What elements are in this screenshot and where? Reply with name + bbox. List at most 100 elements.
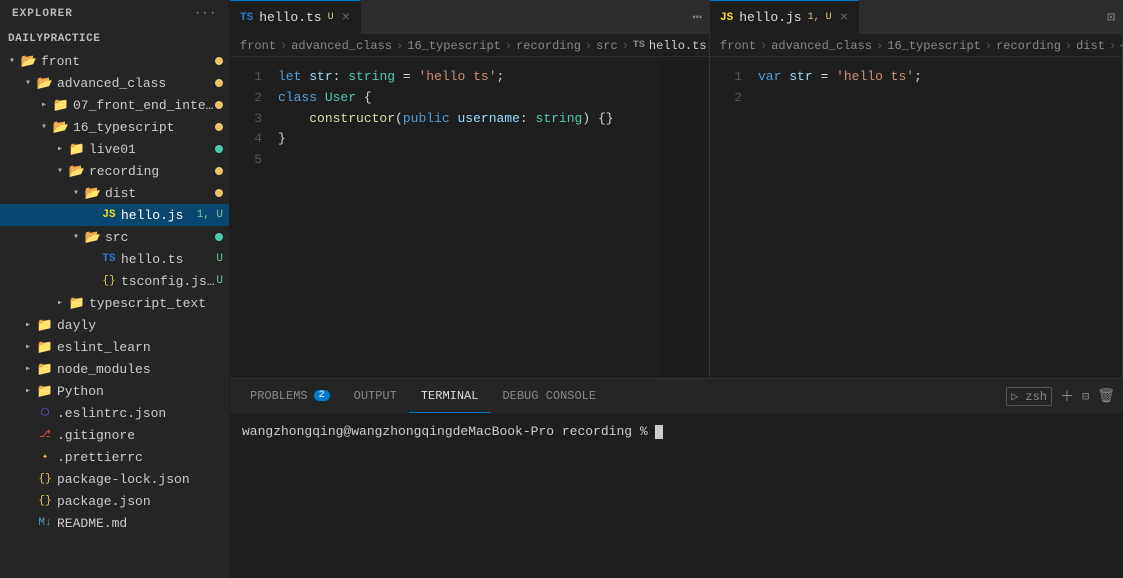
tab-hello-js[interactable]: JS hello.js 1, U ×: [710, 0, 859, 34]
chevron-right-icon: ▸: [52, 297, 68, 309]
folder-open-icon: 📂: [84, 186, 102, 201]
sidebar-item-advanced-class[interactable]: ▾ 📂 advanced_class: [0, 72, 229, 94]
chevron-right-icon: ▸: [20, 363, 36, 375]
chevron-down-icon: ▾: [68, 187, 84, 199]
chevron-down-icon: ▾: [36, 121, 52, 133]
sidebar-item-eslintrc[interactable]: ⬡ .eslintrc.json: [0, 402, 229, 424]
tab-problems[interactable]: PROBLEMS 2: [238, 379, 342, 413]
tab-close-button[interactable]: ×: [840, 10, 848, 26]
sidebar-item-tsconfig[interactable]: {} tsconfig.json U: [0, 270, 229, 292]
sidebar-item-readme[interactable]: M↓ README.md: [0, 512, 229, 534]
sidebar-item-label: src: [105, 230, 215, 245]
bc-sep: ›: [622, 39, 629, 53]
sidebar-item-label: Python: [57, 384, 229, 399]
tab-label: hello.ts: [259, 10, 321, 25]
sidebar-item-label: .prettierrc: [57, 450, 229, 465]
explorer-title: EXPLORER: [12, 8, 73, 20]
tab-hello-ts[interactable]: TS hello.ts U ×: [230, 0, 361, 34]
sidebar-item-pkg-lock[interactable]: {} package-lock.json: [0, 468, 229, 490]
ts-file-icon: TS: [100, 253, 118, 265]
sidebar-item-16typescript[interactable]: ▾ 📂 16_typescript: [0, 116, 229, 138]
sidebar-item-gitignore[interactable]: ⎇ .gitignore: [0, 424, 229, 446]
right-code-editor[interactable]: 1 2 var str = 'hello ts';: [710, 57, 1122, 378]
sidebar-header-icons: ···: [194, 8, 217, 20]
terminal-run-icon[interactable]: ▷ zsh: [1006, 387, 1052, 406]
tab-terminal[interactable]: TERMINAL: [409, 379, 491, 413]
tab-label: hello.js: [739, 10, 801, 25]
sidebar-item-prettierrc[interactable]: ✦ .prettierrc: [0, 446, 229, 468]
bc-src: src: [596, 39, 618, 53]
folder-icon: 📁: [36, 362, 54, 377]
folder-open-icon: 📂: [68, 164, 86, 179]
prettier-file-icon: ✦: [36, 451, 54, 463]
sidebar-item-label: .gitignore: [57, 428, 229, 443]
sidebar-item-dist[interactable]: ▾ 📂 dist: [0, 182, 229, 204]
bc-sep: ›: [280, 39, 287, 53]
line-numbers-left: 1 2 3 4 5: [230, 57, 270, 378]
sidebar-item-hello-js[interactable]: JS hello.js 1, U: [0, 204, 229, 226]
sidebar-more-icon[interactable]: ···: [194, 8, 217, 20]
editor-area: TS hello.ts U × ⋯ JS hello.js 1, U × ⊡: [230, 0, 1123, 578]
file-status-badge: U: [216, 275, 223, 287]
tab-terminal-label: TERMINAL: [421, 389, 479, 403]
ts-icon: TS: [240, 12, 253, 24]
split-icon[interactable]: ⊡: [1107, 10, 1115, 25]
terminal-content[interactable]: wangzhongqing@wangzhongqingdeMacBook-Pro…: [230, 414, 1123, 578]
tab-close-button[interactable]: ×: [342, 10, 350, 26]
sidebar-item-src[interactable]: ▾ 📂 src: [0, 226, 229, 248]
bc-advanced: advanced_class: [291, 39, 392, 53]
left-breadcrumb: front › advanced_class › 16_typescript ›…: [230, 35, 709, 57]
tab-output[interactable]: OUTPUT: [342, 379, 409, 413]
chevron-right-icon: ▸: [36, 99, 52, 111]
sidebar-item-label: recording: [89, 164, 215, 179]
folder-icon: 📁: [68, 296, 86, 311]
tab-debug-console[interactable]: DEBUG CONSOLE: [490, 379, 608, 413]
editors-row: front › advanced_class › 16_typescript ›…: [230, 35, 1123, 378]
js-icon: JS: [720, 12, 733, 24]
sidebar-item-hello-ts[interactable]: TS hello.ts U: [0, 248, 229, 270]
sidebar-item-python[interactable]: ▸ 📁 Python: [0, 380, 229, 402]
sidebar-item-live01[interactable]: ▸ 📁 live01: [0, 138, 229, 160]
line-numbers-right: 1 2: [710, 57, 750, 378]
bc-sep: ›: [1065, 39, 1072, 53]
sidebar-item-label: typescript_text: [89, 296, 229, 311]
status-badge: [215, 123, 223, 131]
file-status-badge: 1, U: [197, 209, 223, 221]
split-terminal-icon[interactable]: ⊟: [1082, 389, 1089, 404]
tab-bars-row: TS hello.ts U × ⋯ JS hello.js 1, U × ⊡: [230, 0, 1123, 35]
more-icon[interactable]: ⋯: [692, 7, 702, 27]
sidebar-item-node-modules[interactable]: ▸ 📁 node_modules: [0, 358, 229, 380]
status-badge: [215, 145, 223, 153]
file-status-badge: U: [216, 253, 223, 265]
bc-sep: ›: [585, 39, 592, 53]
sidebar-item-eslint-learn[interactable]: ▸ 📁 eslint_learn: [0, 336, 229, 358]
add-terminal-icon[interactable]: ＋: [1060, 386, 1074, 406]
bc-recording: recording: [516, 39, 581, 53]
chevron-right-icon: ▸: [20, 385, 36, 397]
folder-icon: 📁: [52, 98, 70, 113]
left-code-editor[interactable]: 1 2 3 4 5 let str: string = 'hello ts'; …: [230, 57, 709, 378]
sidebar-item-pkg[interactable]: {} package.json: [0, 490, 229, 512]
sidebar-item-dayly[interactable]: ▸ 📁 dayly: [0, 314, 229, 336]
close-terminal-icon[interactable]: 🗑: [1097, 388, 1115, 405]
folder-open-icon: 📂: [20, 54, 38, 69]
sidebar-item-front[interactable]: ▾ 📂 front: [0, 50, 229, 72]
ts-bc-icon: TS: [633, 40, 645, 51]
bc-sep: ›: [876, 39, 883, 53]
bc-16ts: 16_typescript: [887, 39, 981, 53]
sidebar-item-recording[interactable]: ▾ 📂 recording: [0, 160, 229, 182]
bc-file: hello.ts: [649, 39, 707, 53]
right-breadcrumb: front › advanced_class › 16_typescript ›…: [710, 35, 1122, 57]
bc-16ts: 16_typescript: [407, 39, 501, 53]
bc-sep: ›: [505, 39, 512, 53]
status-badge: [215, 167, 223, 175]
sidebar-item-typescript-text[interactable]: ▸ 📁 typescript_text: [0, 292, 229, 314]
json-file-icon: {}: [36, 473, 54, 485]
sidebar-item-label: live01: [89, 142, 215, 157]
sidebar-item-label: hello.js: [121, 208, 197, 223]
left-editor-panel: front › advanced_class › 16_typescript ›…: [230, 35, 710, 378]
panel-tabs: PROBLEMS 2 OUTPUT TERMINAL DEBUG CONSOLE…: [230, 379, 1123, 414]
sidebar-item-07front[interactable]: ▸ 📁 07_front_end_interact...: [0, 94, 229, 116]
sidebar-item-label: .eslintrc.json: [57, 406, 229, 421]
terminal-prompt: wangzhongqing@wangzhongqingdeMacBook-Pro…: [242, 424, 655, 439]
